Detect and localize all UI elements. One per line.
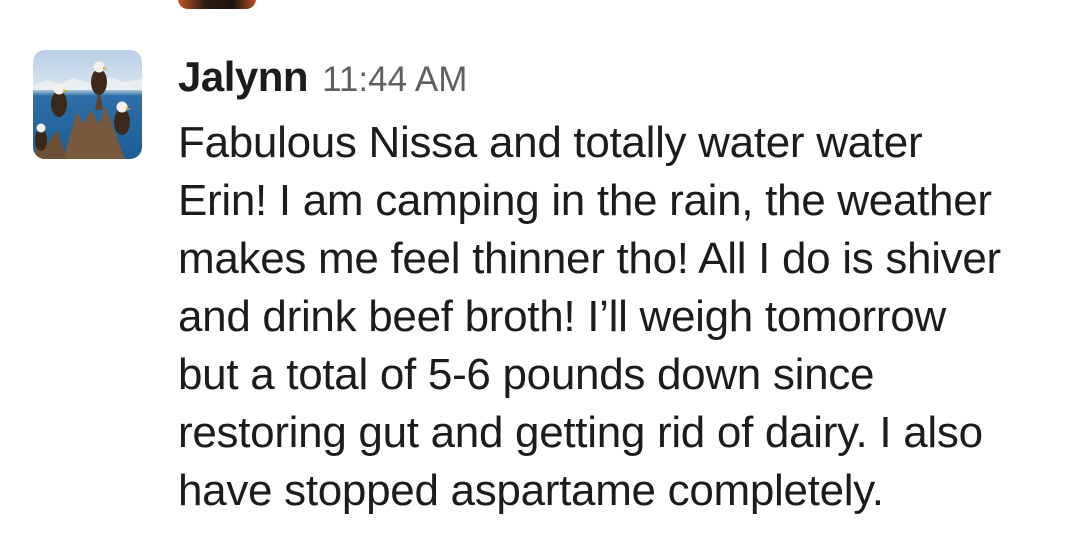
sender-name[interactable]: Jalynn	[178, 53, 309, 101]
message-line: restoring gut and getting rid of dairy. …	[178, 408, 983, 457]
message-line: makes me feel thinner tho! All I do is s…	[178, 234, 1001, 283]
chat-message: Jalynn 11:44 AM Fabulous Nissa and total…	[0, 0, 1092, 539]
message-line: Erin! I am camping in the rain, the weat…	[178, 176, 992, 225]
message-line: and drink beef broth! I’ll weigh tomorro…	[178, 292, 946, 341]
message-line: but a total of 5-6 pounds down since	[178, 350, 875, 399]
message-line: Fabulous Nissa and totally water water	[178, 118, 923, 167]
message-timestamp[interactable]: 11:44 AM	[322, 60, 467, 100]
message-line: have stopped aspartame completely.	[178, 466, 884, 515]
message-body: Fabulous Nissa and totally water water E…	[178, 114, 1078, 520]
user-avatar[interactable]	[33, 50, 142, 159]
eagles-photo-icon	[33, 50, 142, 159]
message-header: Jalynn 11:44 AM	[178, 53, 467, 103]
